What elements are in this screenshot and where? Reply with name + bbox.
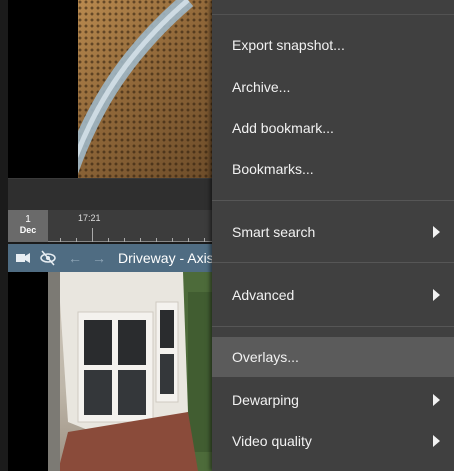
menu-item-archive[interactable]: Archive... [212,67,454,107]
menu-item-label: Video quality [232,433,312,449]
submenu-arrow-icon [433,394,440,406]
submenu-arrow-icon [433,435,440,447]
menu-item-label: Archive... [232,79,291,95]
camera-tile-bottom[interactable] [8,272,228,471]
timeline-tick [92,228,93,242]
timeline-tick [204,238,205,242]
submenu-arrow-icon [433,289,440,301]
menu-item-advanced[interactable]: Advanced [212,275,454,315]
context-menu: Export snapshot... Archive... Add bookma… [212,0,454,471]
menu-item-label: Add bookmark... [232,120,334,136]
camera-icon[interactable] [16,244,30,272]
timeline-tick [172,238,173,242]
timeline-tick [60,238,61,242]
menu-item-add-bookmark[interactable]: Add bookmark... [212,108,454,148]
timeline-tick [140,238,141,242]
menu-separator [212,326,454,327]
menu-separator [212,262,454,263]
timeline-month: Dec [19,225,37,235]
timeline-tick [76,238,77,242]
menu-item-label: Advanced [232,287,295,303]
camera-tile-top[interactable] [8,0,228,178]
camera-toolbar: ← → Driveway - Axis [8,244,228,272]
forward-arrow-icon[interactable]: → [92,244,106,272]
timeline-ruler[interactable]: 1 Dec 17:21 [8,210,228,242]
timeline-track[interactable] [8,178,228,211]
menu-item-video-quality[interactable]: Video quality [212,421,454,461]
timeline-tick [124,238,125,242]
timeline-day: 1 [25,214,31,225]
back-arrow-icon[interactable]: ← [68,244,82,272]
menu-item-label: Smart search [232,224,316,240]
menu-item-overlays[interactable]: Overlays... [212,337,454,377]
timeline-time-label: 17:21 [78,213,101,223]
menu-item-bookmarks[interactable]: Bookmarks... [212,149,454,189]
menu-divider [212,14,454,15]
menu-item-label: Export snapshot... [232,37,345,53]
camera-feed-top [78,0,228,178]
timeline-tick [188,238,189,242]
menu-item-label: Dewarping [232,392,299,408]
menu-item-label: Overlays... [232,349,299,365]
camera-title: Driveway - Axis [118,250,214,266]
timeline-tick [108,238,109,242]
submenu-arrow-icon [433,226,440,238]
timeline-tick [156,238,157,242]
menu-item-dewarping[interactable]: Dewarping [212,380,454,420]
timeline-date: 1 Dec [8,210,48,242]
menu-item-smart-search[interactable]: Smart search [212,212,454,252]
timeline-baseline [48,241,228,242]
menu-item-export-snapshot[interactable]: Export snapshot... [212,25,454,65]
eye-off-icon[interactable] [40,244,56,272]
menu-item-label: Bookmarks... [232,161,314,177]
menu-separator [212,200,454,201]
camera-feed-bottom [48,272,228,471]
